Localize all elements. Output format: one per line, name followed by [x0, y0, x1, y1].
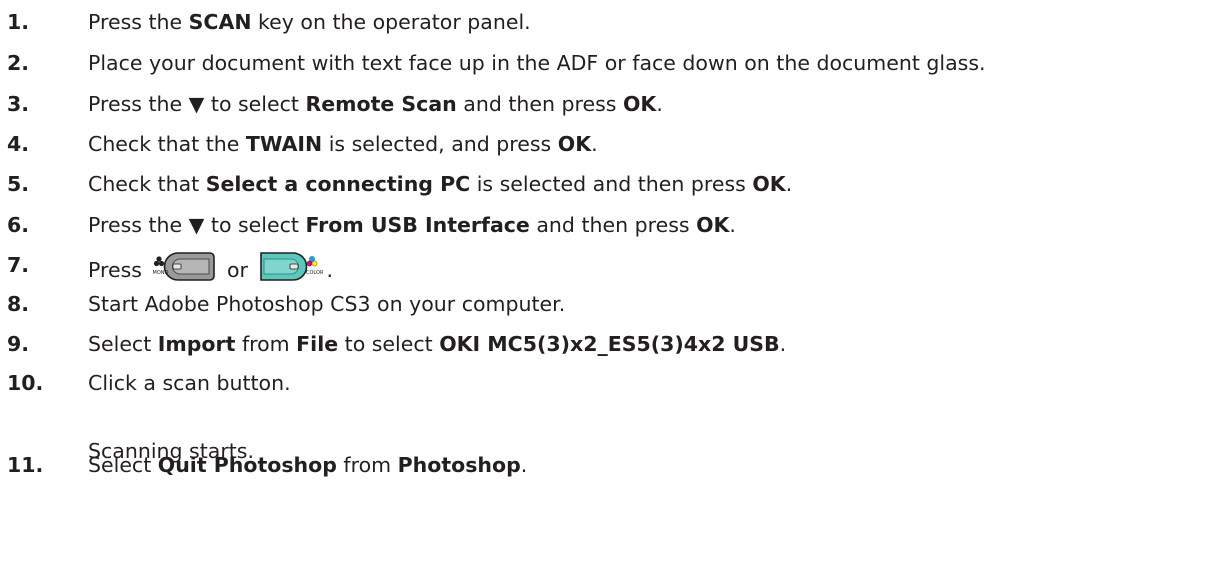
- step-text-bold: From USB Interface: [305, 213, 530, 237]
- step-text-bold: SCAN: [188, 10, 252, 34]
- svg-text:COLOR: COLOR: [306, 270, 323, 276]
- step-text-bold: Photoshop: [397, 453, 521, 477]
- step-text-run: Select: [88, 332, 158, 356]
- step-text-bold: TWAIN: [245, 132, 323, 156]
- step-number: 10.: [7, 371, 44, 395]
- step-text-bold: Import: [157, 332, 236, 356]
- step-text-run: from: [235, 332, 297, 356]
- step-text-run: Place your document with text face up in…: [88, 51, 986, 75]
- step-text-run: is selected and then press: [470, 172, 753, 196]
- step-text-run: .: [656, 92, 663, 116]
- step-text-run: or: [220, 258, 255, 282]
- step-text-bold: OK: [557, 132, 592, 156]
- step-text-run: key on the operator panel.: [251, 10, 531, 34]
- step-text-bold: OK: [696, 213, 730, 237]
- step-text: Start Adobe Photoshop CS3 on your comput…: [88, 289, 565, 319]
- step-text-bold: OKI MC5(3)x2_ES5(3)4x2 USB: [439, 332, 780, 356]
- mono-scan-key-icon: MONO: [152, 250, 216, 292]
- step-number: 7.: [7, 253, 30, 277]
- step-text-run: to select: [338, 332, 440, 356]
- step-text: Click a scan button.: [88, 368, 291, 398]
- step-text-run: .: [785, 172, 793, 196]
- step-text-run: and then press: [456, 92, 623, 116]
- step-number: 8.: [7, 292, 30, 316]
- step-text: Press the ▼ to select Remote Scan and th…: [88, 89, 663, 119]
- step-text-bold: OK: [623, 92, 657, 116]
- step-text-bold: File: [296, 332, 339, 356]
- step-number: 1.: [7, 10, 30, 34]
- step-text-bold: Select a connecting PC: [205, 172, 471, 196]
- step-text-run: is selected, and press: [322, 132, 558, 156]
- step-text-run: Check that: [88, 172, 206, 196]
- step-10-subtext: Scanning starts.: [88, 439, 254, 463]
- step-text-run: from: [336, 453, 398, 477]
- step-text-bold: OK: [752, 172, 786, 196]
- step-text: Check that the TWAIN is selected, and pr…: [88, 129, 598, 159]
- step-number: 3.: [7, 92, 30, 116]
- step-number: 4.: [7, 132, 30, 156]
- step-number: 2.: [7, 51, 30, 75]
- step-text: Place your document with text face up in…: [88, 48, 986, 78]
- step-text: Check that Select a connecting PC is sel…: [88, 169, 792, 199]
- step-number: 6.: [7, 213, 30, 237]
- step-text: Select Import from File to select OKI MC…: [88, 329, 786, 359]
- step-text-run: .: [591, 132, 598, 156]
- step-text: Press the SCAN key on the operator panel…: [88, 7, 531, 37]
- step-text-run: Press the: [88, 10, 189, 34]
- step-text-run: Start Adobe Photoshop CS3 on your comput…: [88, 292, 566, 316]
- step-text-run: .: [729, 213, 736, 237]
- step-text-run: .: [779, 332, 787, 356]
- step-number: 9.: [7, 332, 30, 356]
- step-number: 5.: [7, 172, 30, 196]
- color-scan-key-icon: COLOR: [259, 250, 323, 292]
- step-text-run: .: [326, 258, 334, 282]
- step-text-run: and then press: [529, 213, 697, 237]
- step-text-run: Click a scan button.: [88, 371, 291, 395]
- step-text: Press MONO or COLOR.: [88, 250, 333, 292]
- step-text-run: Press the ▼ to select: [88, 213, 306, 237]
- step-text-run: .: [520, 453, 528, 477]
- step-text: Press the ▼ to select From USB Interface…: [88, 210, 736, 240]
- step-text-run: Press: [88, 258, 149, 282]
- step-text-bold: Remote Scan: [305, 92, 457, 116]
- svg-text:MONO: MONO: [153, 270, 169, 276]
- step-text-run: Press the ▼ to select: [88, 92, 306, 116]
- step-text-run: Check that the: [88, 132, 246, 156]
- step-number: 11.: [7, 453, 44, 477]
